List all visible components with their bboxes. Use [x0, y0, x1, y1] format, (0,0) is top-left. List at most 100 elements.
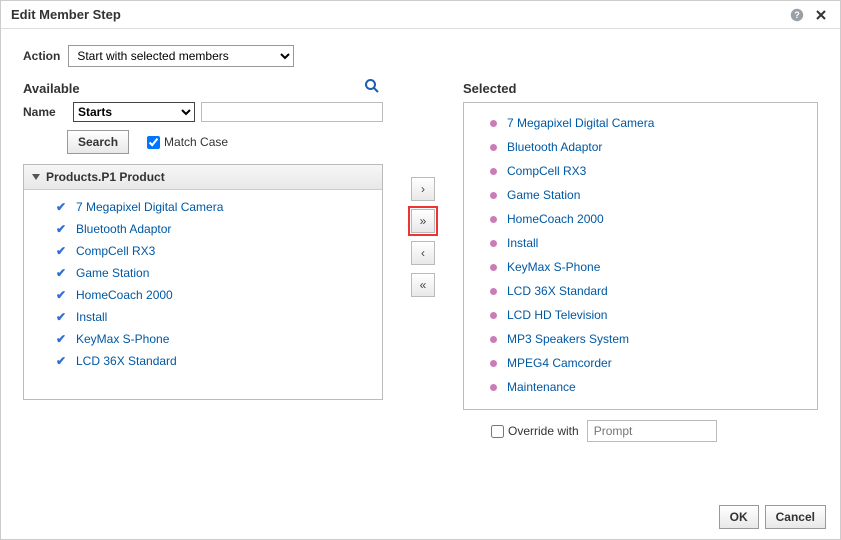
check-icon: ✔	[56, 200, 68, 214]
name-label: Name	[23, 105, 59, 119]
tree-header-label: Products.P1 Product	[46, 170, 165, 184]
selected-item-label: Maintenance	[507, 380, 576, 394]
selected-column: Selected 7 Megapixel Digital Camera Bluet…	[463, 81, 818, 442]
tree-item-label: Install	[76, 310, 107, 324]
selected-item[interactable]: MP3 Speakers System	[474, 327, 807, 351]
tree-header[interactable]: Products.P1 Product	[24, 165, 382, 190]
available-column: Available Name Starts Search Match Case	[23, 81, 383, 400]
selected-item[interactable]: Maintenance	[474, 375, 807, 399]
override-row: Override with	[463, 420, 818, 442]
match-case-checkbox[interactable]: Match Case	[147, 135, 228, 149]
tree-item-label: CompCell RX3	[76, 244, 155, 258]
cancel-button[interactable]: Cancel	[765, 505, 826, 529]
columns: Available Name Starts Search Match Case	[23, 81, 818, 442]
action-label: Action	[23, 49, 60, 63]
selected-item-label: HomeCoach 2000	[507, 212, 604, 226]
bullet-icon	[490, 120, 497, 127]
transfer-column: › » ‹ «	[403, 81, 443, 297]
move-all-right-button[interactable]: »	[411, 209, 435, 233]
override-checkbox[interactable]: Override with	[491, 424, 579, 438]
selected-item[interactable]: LCD 36X Standard	[474, 279, 807, 303]
help-icon[interactable]: ?	[788, 6, 806, 24]
selected-item[interactable]: Bluetooth Adaptor	[474, 135, 807, 159]
selected-item[interactable]: HomeCoach 2000	[474, 207, 807, 231]
bullet-icon	[490, 312, 497, 319]
selected-item[interactable]: 7 Megapixel Digital Camera	[474, 111, 807, 135]
edit-member-step-dialog: Edit Member Step ? Action Start with sel…	[0, 0, 841, 540]
selected-list[interactable]: 7 Megapixel Digital Camera Bluetooth Adap…	[463, 102, 818, 410]
tree-item-label: Game Station	[76, 266, 149, 280]
selected-item[interactable]: MPEG4 Camcorder	[474, 351, 807, 375]
check-icon: ✔	[56, 354, 68, 368]
move-all-left-button[interactable]: «	[411, 273, 435, 297]
tree-item-label: KeyMax S-Phone	[76, 332, 169, 346]
ok-button[interactable]: OK	[719, 505, 759, 529]
action-row: Action Start with selected members	[23, 45, 818, 67]
tree-item[interactable]: ✔ KeyMax S-Phone	[28, 328, 378, 350]
dialog-header: Edit Member Step ?	[1, 1, 840, 29]
action-select[interactable]: Start with selected members	[68, 45, 294, 67]
dialog-footer: OK Cancel	[719, 505, 826, 529]
svg-text:?: ?	[794, 10, 800, 20]
check-icon: ✔	[56, 222, 68, 236]
name-input[interactable]	[201, 102, 383, 122]
tree-item[interactable]: ✔ LCD 36X Standard	[28, 350, 378, 372]
bullet-icon	[490, 144, 497, 151]
tree-item-label: HomeCoach 2000	[76, 288, 173, 302]
tree-body[interactable]: ✔ 7 Megapixel Digital Camera ✔Bluetooth Ad…	[24, 190, 382, 396]
bullet-icon	[490, 264, 497, 271]
selected-item-label: Bluetooth Adaptor	[507, 140, 602, 154]
bullet-icon	[490, 168, 497, 175]
override-value-input[interactable]	[587, 420, 717, 442]
selected-item-label: MPEG4 Camcorder	[507, 356, 612, 370]
selected-title: Selected	[463, 81, 818, 96]
check-icon: ✔	[56, 244, 68, 258]
selected-item[interactable]: CompCell RX3	[474, 159, 807, 183]
bullet-icon	[490, 216, 497, 223]
check-icon: ✔	[56, 332, 68, 346]
tree-item[interactable]: ✔ HomeCoach 2000	[28, 284, 378, 306]
check-icon: ✔	[56, 310, 68, 324]
dialog-body: Action Start with selected members Avail…	[1, 29, 840, 492]
tree-item[interactable]: ✔ Install	[28, 306, 378, 328]
tree-item[interactable]: ✔ Game Station	[28, 262, 378, 284]
search-button[interactable]: Search	[67, 130, 129, 154]
check-icon: ✔	[56, 266, 68, 280]
move-left-button[interactable]: ‹	[411, 241, 435, 265]
name-match-select[interactable]: Starts	[73, 102, 195, 122]
selected-item-label: 7 Megapixel Digital Camera	[507, 116, 654, 130]
bullet-icon	[490, 360, 497, 367]
available-title: Available	[23, 81, 383, 96]
tree-item[interactable]: ✔ CompCell RX3	[28, 240, 378, 262]
search-icon[interactable]	[361, 75, 383, 97]
selected-item-label: CompCell RX3	[507, 164, 586, 178]
override-input[interactable]	[491, 425, 504, 438]
selected-item[interactable]: Install	[474, 231, 807, 255]
selected-item-label: KeyMax S-Phone	[507, 260, 600, 274]
tree-item[interactable]: ✔ 7 Megapixel Digital Camera	[28, 196, 378, 218]
bullet-icon	[490, 240, 497, 247]
bullet-icon	[490, 288, 497, 295]
search-row: Search Match Case	[23, 130, 383, 154]
selected-item[interactable]: LCD HD Television	[474, 303, 807, 327]
selected-item[interactable]: Game Station	[474, 183, 807, 207]
selected-item-label: LCD HD Television	[507, 308, 607, 322]
selected-item-label: Game Station	[507, 188, 580, 202]
move-right-button[interactable]: ›	[411, 177, 435, 201]
bullet-icon	[490, 192, 497, 199]
selected-item-label: LCD 36X Standard	[507, 284, 608, 298]
collapse-icon	[32, 174, 40, 180]
check-icon: ✔	[56, 288, 68, 302]
tree-item-label: LCD 36X Standard	[76, 354, 177, 368]
match-case-input[interactable]	[147, 136, 160, 149]
tree-item-label: 7 Megapixel Digital Camera	[76, 200, 223, 214]
available-tree: Products.P1 Product ✔ 7 Megapixel Digital…	[23, 164, 383, 400]
override-label: Override with	[508, 424, 579, 438]
bullet-icon	[490, 336, 497, 343]
selected-item[interactable]: KeyMax S-Phone	[474, 255, 807, 279]
name-row: Name Starts	[23, 102, 383, 122]
selected-item-label: Install	[507, 236, 538, 250]
tree-item[interactable]: ✔Bluetooth Adaptor	[28, 218, 378, 240]
close-icon[interactable]	[812, 6, 830, 24]
match-case-label: Match Case	[164, 135, 228, 149]
